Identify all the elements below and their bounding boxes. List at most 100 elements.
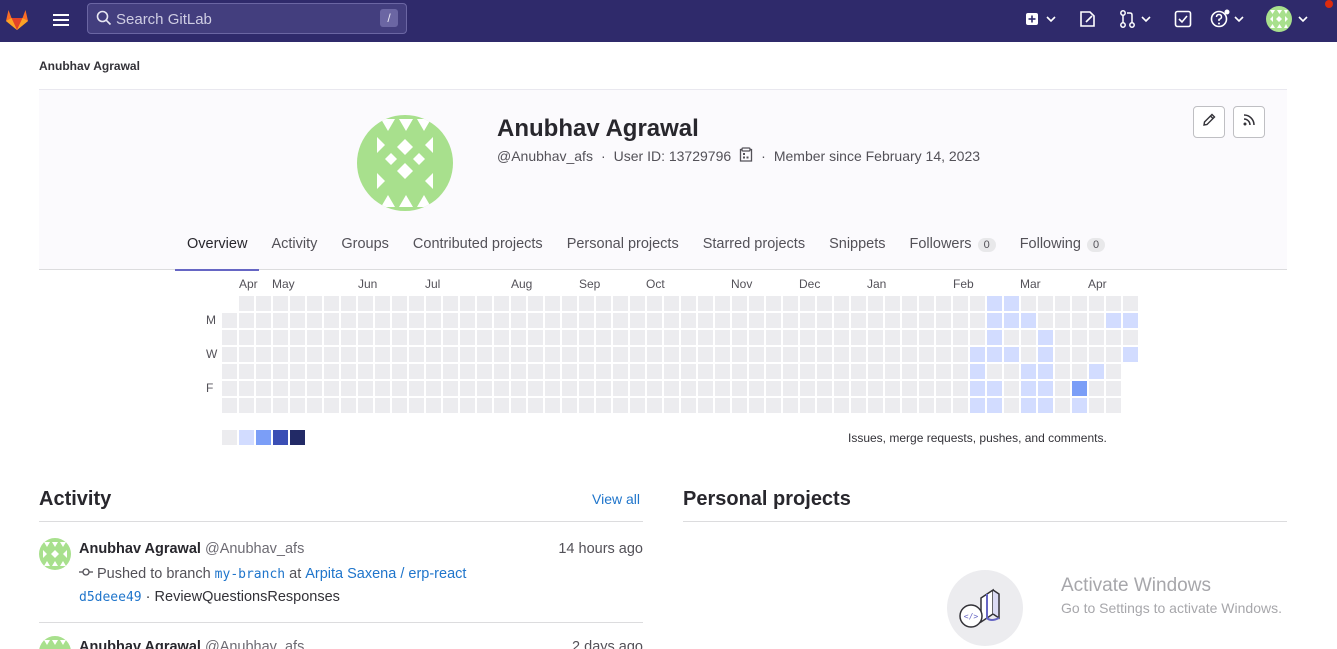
calendar-day-cell[interactable] [681,347,696,362]
calendar-day-cell[interactable] [868,330,883,345]
rss-button[interactable] [1233,106,1265,138]
calendar-day-cell[interactable] [613,364,628,379]
calendar-day-cell[interactable] [817,296,832,311]
tab-snippets[interactable]: Snippets [817,230,897,271]
calendar-day-cell[interactable] [511,330,526,345]
calendar-day-cell[interactable] [1106,330,1121,345]
calendar-day-cell[interactable] [256,296,271,311]
calendar-day-cell[interactable] [562,347,577,362]
calendar-day-cell[interactable] [545,364,560,379]
calendar-day-cell[interactable] [545,313,560,328]
calendar-day-cell[interactable] [1072,313,1087,328]
calendar-day-cell[interactable] [953,330,968,345]
calendar-day-cell[interactable] [426,347,441,362]
calendar-day-cell[interactable] [715,330,730,345]
calendar-day-cell[interactable] [545,398,560,413]
calendar-day-cell[interactable] [715,364,730,379]
calendar-day-cell[interactable] [290,398,305,413]
calendar-day-cell[interactable] [732,296,747,311]
merge-request-icon[interactable] [1118,9,1154,29]
calendar-day-cell[interactable] [409,364,424,379]
calendar-day-cell[interactable] [477,330,492,345]
calendar-day-cell[interactable] [307,296,322,311]
calendar-day-cell[interactable] [511,398,526,413]
calendar-day-cell[interactable] [647,364,662,379]
calendar-day-cell[interactable] [851,364,866,379]
calendar-day-cell[interactable] [324,296,339,311]
calendar-day-cell[interactable] [358,381,373,396]
project-link[interactable]: Arpita Saxena / erp-react [305,566,466,582]
calendar-day-cell[interactable] [256,347,271,362]
calendar-day-cell[interactable] [749,296,764,311]
calendar-day-cell[interactable] [579,296,594,311]
calendar-day-cell[interactable] [766,296,781,311]
calendar-day-cell[interactable] [630,313,645,328]
calendar-day-cell[interactable] [1089,398,1104,413]
calendar-day-cell[interactable] [239,347,254,362]
calendar-day-cell[interactable] [885,330,900,345]
calendar-day-cell[interactable] [902,398,917,413]
calendar-day-cell[interactable] [511,313,526,328]
calendar-day-cell[interactable] [936,330,951,345]
calendar-day-cell[interactable] [494,296,509,311]
calendar-day-cell[interactable] [307,313,322,328]
avatar[interactable] [39,538,71,570]
view-all-link[interactable]: View all [592,491,640,507]
calendar-day-cell[interactable] [1055,296,1070,311]
calendar-day-cell[interactable] [953,364,968,379]
calendar-day-cell[interactable] [256,330,271,345]
calendar-day-cell[interactable] [851,296,866,311]
calendar-day-cell[interactable] [392,364,407,379]
calendar-day-cell[interactable] [1089,347,1104,362]
calendar-day-cell[interactable] [1106,296,1121,311]
calendar-day-cell[interactable] [681,330,696,345]
calendar-day-cell[interactable] [1021,398,1036,413]
calendar-day-cell[interactable] [987,398,1002,413]
calendar-day-cell[interactable] [341,313,356,328]
calendar-day-cell[interactable] [1038,347,1053,362]
calendar-day-cell[interactable] [307,364,322,379]
calendar-day-cell[interactable] [1021,381,1036,396]
calendar-day-cell[interactable] [426,330,441,345]
calendar-day-cell[interactable] [817,330,832,345]
calendar-day-cell[interactable] [290,364,305,379]
calendar-day-cell[interactable] [681,381,696,396]
calendar-day-cell[interactable] [426,398,441,413]
calendar-day-cell[interactable] [222,313,237,328]
tab-groups[interactable]: Groups [329,230,401,271]
calendar-day-cell[interactable] [1123,347,1138,362]
calendar-day-cell[interactable] [766,347,781,362]
calendar-day-cell[interactable] [358,364,373,379]
calendar-day-cell[interactable] [256,313,271,328]
calendar-day-cell[interactable] [783,313,798,328]
calendar-day-cell[interactable] [987,296,1002,311]
calendar-day-cell[interactable] [783,330,798,345]
calendar-day-cell[interactable] [1038,296,1053,311]
calendar-day-cell[interactable] [681,364,696,379]
gitlab-logo-icon[interactable] [4,6,30,32]
tab-personal-projects[interactable]: Personal projects [555,230,691,271]
calendar-day-cell[interactable] [800,364,815,379]
calendar-day-cell[interactable] [477,398,492,413]
calendar-day-cell[interactable] [715,347,730,362]
calendar-day-cell[interactable] [800,398,815,413]
calendar-day-cell[interactable] [749,313,764,328]
calendar-day-cell[interactable] [222,381,237,396]
calendar-day-cell[interactable] [1106,381,1121,396]
calendar-day-cell[interactable] [409,381,424,396]
calendar-day-cell[interactable] [341,398,356,413]
calendar-day-cell[interactable] [987,330,1002,345]
calendar-day-cell[interactable] [392,347,407,362]
calendar-day-cell[interactable] [647,330,662,345]
calendar-day-cell[interactable] [970,347,985,362]
calendar-day-cell[interactable] [545,347,560,362]
calendar-day-cell[interactable] [273,330,288,345]
calendar-day-cell[interactable] [324,381,339,396]
calendar-day-cell[interactable] [307,398,322,413]
calendar-day-cell[interactable] [460,398,475,413]
calendar-day-cell[interactable] [749,381,764,396]
calendar-day-cell[interactable] [528,296,543,311]
calendar-day-cell[interactable] [1055,330,1070,345]
calendar-day-cell[interactable] [273,381,288,396]
calendar-day-cell[interactable] [647,347,662,362]
